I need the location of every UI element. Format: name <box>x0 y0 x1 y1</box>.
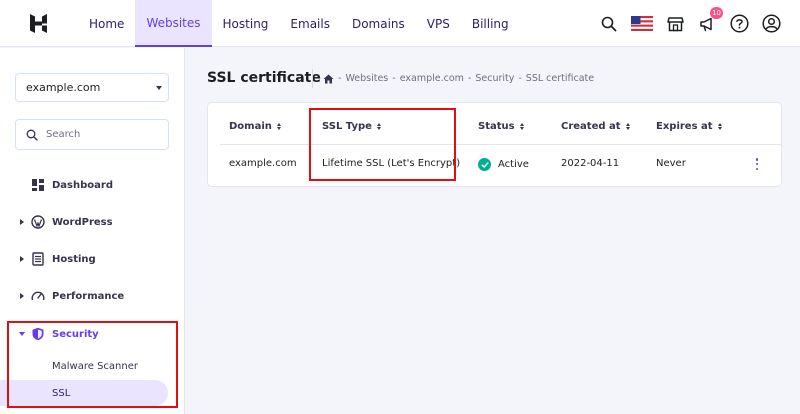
cell-domain: example.com <box>229 158 297 169</box>
nav-home[interactable]: Home <box>78 0 135 47</box>
search-icon <box>26 129 38 141</box>
sidebar-item-hosting[interactable]: Hosting <box>0 247 184 271</box>
breadcrumb-separator: - <box>518 73 522 84</box>
top-navbar: Home Websites Hosting Emails Domains VPS… <box>0 0 800 47</box>
status-label: Active <box>498 159 529 170</box>
chevron-right-icon <box>20 293 24 299</box>
column-header-created-at[interactable]: Created at <box>561 121 630 132</box>
breadcrumb-separator: - <box>467 73 472 84</box>
server-icon <box>32 252 44 266</box>
ssl-table-card: Domain SSL Type Status Created at Expire… <box>207 102 782 187</box>
breadcrumb-domain[interactable]: example.com <box>400 73 464 84</box>
page-title: SSL certificate <box>207 70 321 86</box>
nav-vps[interactable]: VPS <box>416 0 461 47</box>
breadcrumb-security[interactable]: Security <box>475 73 514 84</box>
more-options-icon[interactable] <box>754 158 760 170</box>
cell-expires-at: Never <box>656 158 686 169</box>
nav-billing[interactable]: Billing <box>461 0 520 47</box>
sidebar-item-label: Hosting <box>52 253 96 265</box>
sort-icon <box>625 123 630 130</box>
us-flag-icon[interactable] <box>630 13 654 35</box>
domain-select-value: example.com <box>26 81 101 94</box>
hostinger-logo[interactable] <box>28 13 49 34</box>
domain-select[interactable]: example.com <box>15 73 169 102</box>
sidebar-item-label: Performance <box>52 290 125 302</box>
check-circle-icon <box>478 158 491 171</box>
search-icon[interactable] <box>598 13 620 35</box>
sidebar: example.com Dashboard WordPress Hosting … <box>0 48 185 414</box>
sort-icon <box>376 123 381 130</box>
store-icon[interactable] <box>664 13 686 35</box>
caret-down-icon <box>156 86 162 90</box>
megaphone-icon[interactable]: 10 <box>696 6 723 35</box>
sort-icon <box>519 123 524 130</box>
shield-icon <box>32 327 44 341</box>
column-header-label: SSL Type <box>322 121 372 132</box>
top-icon-group: 10 <box>588 0 782 47</box>
column-header-label: Created at <box>561 121 621 132</box>
sidebar-item-dashboard[interactable]: Dashboard <box>0 173 184 197</box>
sidebar-item-label: Dashboard <box>52 179 113 191</box>
breadcrumb-websites[interactable]: Websites <box>345 73 388 84</box>
column-header-label: Domain <box>229 121 272 132</box>
column-header-label: Status <box>478 121 515 132</box>
chevron-right-icon <box>20 219 24 225</box>
account-icon[interactable] <box>760 13 782 35</box>
nav-domains[interactable]: Domains <box>341 0 416 47</box>
sidebar-item-wordpress[interactable]: WordPress <box>0 210 184 234</box>
sidebar-item-security[interactable]: Security <box>0 322 184 346</box>
breadcrumb-separator: - <box>338 73 342 84</box>
column-header-ssl-type[interactable]: SSL Type <box>322 121 381 132</box>
breadcrumb: - Websites - example.com - Security - SS… <box>323 73 594 84</box>
breadcrumb-current: SSL certificate <box>525 73 595 84</box>
home-icon[interactable] <box>323 74 334 84</box>
dashboard-icon <box>32 179 44 191</box>
sidebar-subitem-ssl[interactable]: SSL <box>0 380 168 406</box>
cell-created-at: 2022-04-11 <box>561 158 620 169</box>
chevron-down-icon <box>19 332 25 336</box>
sidebar-search-input[interactable] <box>46 129 156 140</box>
chevron-right-icon <box>20 256 24 262</box>
sidebar-item-label: WordPress <box>52 216 113 228</box>
wordpress-icon <box>31 215 45 229</box>
sidebar-item-label: Security <box>52 328 99 340</box>
sidebar-item-performance[interactable]: Performance <box>0 284 184 308</box>
help-icon[interactable] <box>728 13 750 35</box>
sort-icon <box>717 123 722 130</box>
sort-icon <box>276 123 281 130</box>
main-nav: Home Websites Hosting Emails Domains VPS… <box>78 0 520 47</box>
title-divider <box>312 69 313 88</box>
nav-hosting[interactable]: Hosting <box>212 0 280 47</box>
sidebar-subitem-malware-scanner[interactable]: Malware Scanner <box>0 353 168 379</box>
notification-badge: 10 <box>710 6 723 19</box>
header-divider <box>220 144 782 145</box>
column-header-expires-at[interactable]: Expires at <box>656 121 722 132</box>
cell-ssl-type: Lifetime SSL (Let's Encrypt) <box>322 158 461 169</box>
nav-emails[interactable]: Emails <box>279 0 341 47</box>
sidebar-search[interactable] <box>15 119 169 150</box>
column-header-label: Expires at <box>656 121 713 132</box>
column-header-domain[interactable]: Domain <box>229 121 281 132</box>
cell-status: Active <box>478 158 529 171</box>
nav-websites[interactable]: Websites <box>135 0 212 47</box>
column-header-status[interactable]: Status <box>478 121 524 132</box>
breadcrumb-separator: - <box>392 73 396 84</box>
gauge-icon <box>31 291 45 301</box>
